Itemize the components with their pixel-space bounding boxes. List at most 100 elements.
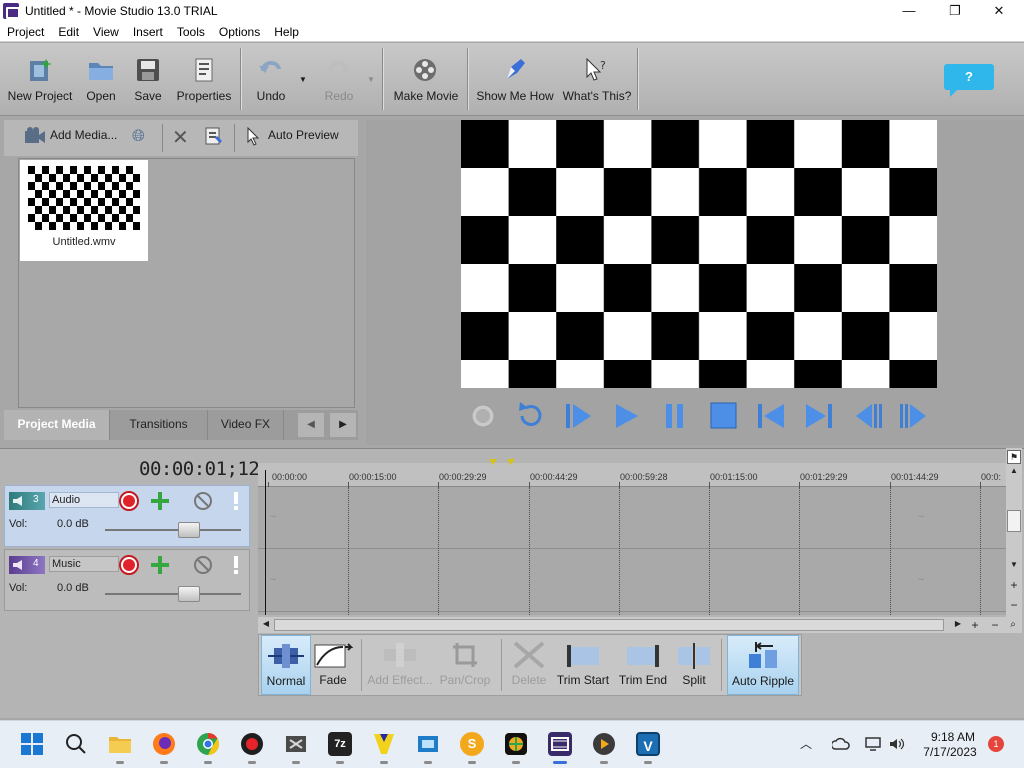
track-fx-icon[interactable] bbox=[149, 554, 171, 576]
add-media-button[interactable]: Add Media... bbox=[50, 128, 117, 142]
zoom-out-icon[interactable]: − bbox=[988, 618, 1002, 632]
menu-options[interactable]: Options bbox=[212, 22, 267, 41]
windows-start-icon[interactable] bbox=[20, 732, 44, 756]
track-name-field[interactable]: Music bbox=[49, 556, 119, 572]
visio-icon[interactable]: V bbox=[636, 732, 660, 756]
pause-icon[interactable] bbox=[658, 398, 692, 434]
loop-icon[interactable] bbox=[514, 398, 548, 434]
help-button[interactable]: ? bbox=[944, 64, 994, 97]
whats-this-button[interactable]: ? What's This? bbox=[562, 49, 632, 111]
playhead-cursor[interactable] bbox=[265, 470, 266, 615]
menu-help[interactable]: Help bbox=[267, 22, 306, 41]
mute-icon[interactable] bbox=[192, 490, 214, 512]
properties-button[interactable]: Properties bbox=[174, 49, 234, 111]
network-icon[interactable] bbox=[864, 736, 882, 752]
search-icon[interactable] bbox=[64, 732, 88, 756]
mute-icon[interactable] bbox=[192, 554, 214, 576]
timeline-vertical-scrollbar[interactable]: ⚑ ▲ ▼ + − bbox=[1006, 448, 1022, 633]
screen-recorder-icon[interactable] bbox=[240, 732, 264, 756]
maximize-button[interactable]: ❐ bbox=[932, 0, 978, 22]
track-name-field[interactable]: Audio bbox=[49, 492, 119, 508]
scroll-left-icon[interactable]: ◀ bbox=[260, 619, 272, 631]
delete-button[interactable]: Delete bbox=[507, 635, 551, 695]
play-icon[interactable] bbox=[610, 398, 644, 434]
trim-end-button[interactable]: Trim End bbox=[615, 635, 671, 695]
clock-date[interactable]: 7/17/2023 bbox=[918, 745, 982, 759]
firefox-icon[interactable] bbox=[152, 732, 176, 756]
track-fx-icon[interactable] bbox=[149, 490, 171, 512]
scroll-down-icon[interactable]: ▼ bbox=[1007, 560, 1021, 572]
volume-slider-thumb[interactable] bbox=[177, 522, 200, 538]
loop-region-markers[interactable] bbox=[489, 459, 515, 469]
menu-view[interactable]: View bbox=[86, 22, 126, 41]
new-project-button[interactable]: New Project bbox=[4, 49, 76, 111]
movie-studio-taskbar-icon[interactable] bbox=[548, 732, 572, 756]
save-button[interactable]: Save bbox=[128, 49, 168, 111]
7zip-icon[interactable]: 7z bbox=[328, 732, 352, 756]
menu-tools[interactable]: Tools bbox=[170, 22, 212, 41]
media-properties-icon[interactable] bbox=[204, 126, 224, 149]
volume-slider-track[interactable] bbox=[105, 593, 241, 595]
globe-icon[interactable]: 🌐︎ bbox=[132, 128, 145, 146]
media-item[interactable]: Untitled.wmv bbox=[20, 160, 148, 261]
scrollbar-thumb[interactable] bbox=[274, 619, 944, 631]
arm-record-icon[interactable] bbox=[118, 490, 140, 512]
go-to-start-icon[interactable] bbox=[754, 398, 788, 434]
video-editor-icon[interactable] bbox=[284, 732, 308, 756]
stop-icon[interactable] bbox=[706, 398, 740, 434]
next-frame-icon[interactable] bbox=[898, 398, 932, 434]
slides-app-icon[interactable]: S bbox=[460, 732, 484, 756]
fade-button[interactable]: Fade bbox=[313, 635, 353, 695]
zoom-out-icon[interactable]: − bbox=[1007, 598, 1021, 612]
record-icon[interactable] bbox=[466, 398, 500, 434]
zoom-in-icon[interactable]: + bbox=[1007, 578, 1021, 592]
menu-project[interactable]: Project bbox=[0, 22, 51, 41]
redo-dropdown[interactable]: ▼ bbox=[364, 49, 378, 111]
auto-preview-button[interactable]: Auto Preview bbox=[268, 128, 339, 142]
magnifier-icon[interactable]: ⌕ bbox=[1006, 618, 1020, 632]
redo-button[interactable]: Redo bbox=[316, 49, 362, 111]
show-me-how-button[interactable]: Show Me How bbox=[474, 49, 556, 111]
make-movie-button[interactable]: Make Movie bbox=[388, 49, 464, 111]
track-lanes[interactable]: ~ ~ ~ ~ bbox=[258, 487, 1006, 615]
add-effect-button[interactable]: Add Effect... bbox=[367, 635, 433, 695]
scroll-right-icon[interactable]: ▶ bbox=[952, 619, 964, 631]
minimize-button[interactable]: — bbox=[886, 0, 932, 22]
solo-icon[interactable] bbox=[225, 554, 247, 576]
audio-track-lane[interactable]: ~ ~ bbox=[258, 487, 1006, 549]
timeline-ruler[interactable]: 00:00:00 00:00:15:00 00:00:29:29 00:00:4… bbox=[258, 459, 1006, 487]
volume-icon[interactable] bbox=[888, 736, 906, 752]
file-explorer-icon[interactable] bbox=[108, 732, 132, 756]
chrome-icon[interactable] bbox=[196, 732, 220, 756]
arm-record-icon[interactable] bbox=[118, 554, 140, 576]
timeline-horizontal-scrollbar[interactable]: ◀ ▶ + − ⌕ bbox=[258, 617, 1022, 633]
play-from-start-icon[interactable] bbox=[562, 398, 596, 434]
auto-ripple-button[interactable]: Auto Ripple bbox=[727, 635, 799, 695]
app-m-icon[interactable] bbox=[372, 732, 396, 756]
normal-edit-button[interactable]: Normal bbox=[261, 635, 311, 695]
tab-project-media[interactable]: Project Media bbox=[4, 410, 110, 440]
tab-transitions[interactable]: Transitions bbox=[110, 410, 208, 440]
tabs-scroll-right[interactable]: ▶ bbox=[330, 413, 356, 437]
chevron-up-icon[interactable]: ︿ bbox=[800, 735, 812, 752]
music-track-header[interactable]: 4 Music Vol: 0.0 dB bbox=[4, 549, 250, 611]
tab-video-fx[interactable]: Video FX bbox=[208, 410, 284, 440]
notification-badge[interactable]: 1 bbox=[988, 736, 1004, 752]
undo-button[interactable]: Undo bbox=[248, 49, 294, 111]
scroll-up-icon[interactable]: ▲ bbox=[1007, 466, 1021, 478]
tux-paint-icon[interactable] bbox=[504, 732, 528, 756]
menu-insert[interactable]: Insert bbox=[126, 22, 170, 41]
tabs-scroll-left[interactable]: ◀ bbox=[298, 413, 324, 437]
marker-flag-icon[interactable]: ⚑ bbox=[1007, 450, 1021, 464]
onedrive-cloud-icon[interactable] bbox=[832, 736, 850, 752]
trim-start-button[interactable]: Trim Start bbox=[555, 635, 611, 695]
volume-slider-thumb[interactable] bbox=[177, 586, 200, 602]
menu-edit[interactable]: Edit bbox=[51, 22, 86, 41]
volume-slider-track[interactable] bbox=[105, 529, 241, 531]
split-button[interactable]: Split bbox=[673, 635, 715, 695]
go-to-end-icon[interactable] bbox=[802, 398, 836, 434]
audio-track-header[interactable]: 3 Audio Vol: 0.0 dB bbox=[4, 485, 250, 547]
clock-time[interactable]: 9:18 AM bbox=[928, 730, 978, 744]
solo-icon[interactable] bbox=[225, 490, 247, 512]
open-button[interactable]: Open bbox=[80, 49, 122, 111]
